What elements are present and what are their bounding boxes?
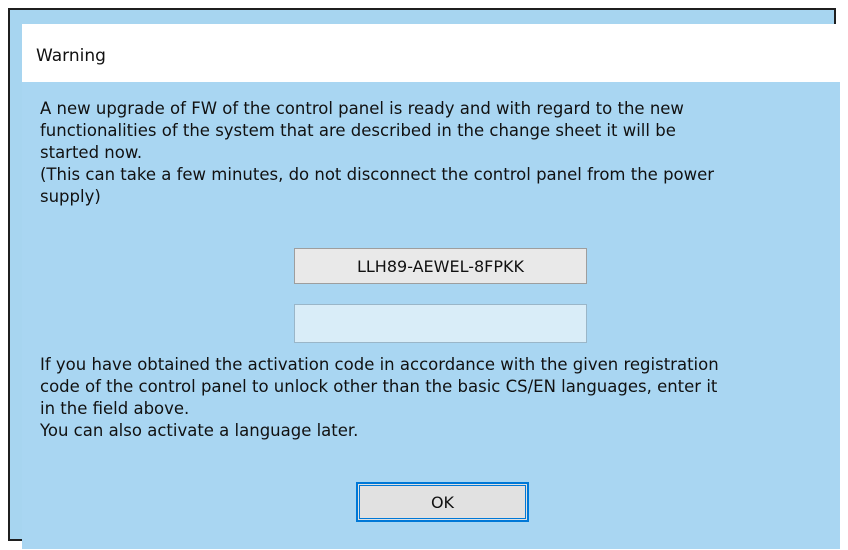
upgrade-message: A new upgrade of FW of the control panel… bbox=[40, 99, 715, 206]
activation-code-input[interactable] bbox=[294, 304, 587, 343]
dialog-title-bar: Warning bbox=[22, 24, 840, 82]
dialog-title: Warning bbox=[36, 46, 106, 66]
dialog-content: A new upgrade of FW of the control panel… bbox=[22, 82, 840, 549]
warning-dialog: Warning A new upgrade of FW of the contr… bbox=[8, 8, 840, 549]
ok-button[interactable]: OK bbox=[356, 482, 529, 522]
activation-instructions: If you have obtained the activation code… bbox=[40, 355, 719, 440]
registration-code-field: LLH89-AEWEL-8FPKK bbox=[294, 248, 587, 284]
